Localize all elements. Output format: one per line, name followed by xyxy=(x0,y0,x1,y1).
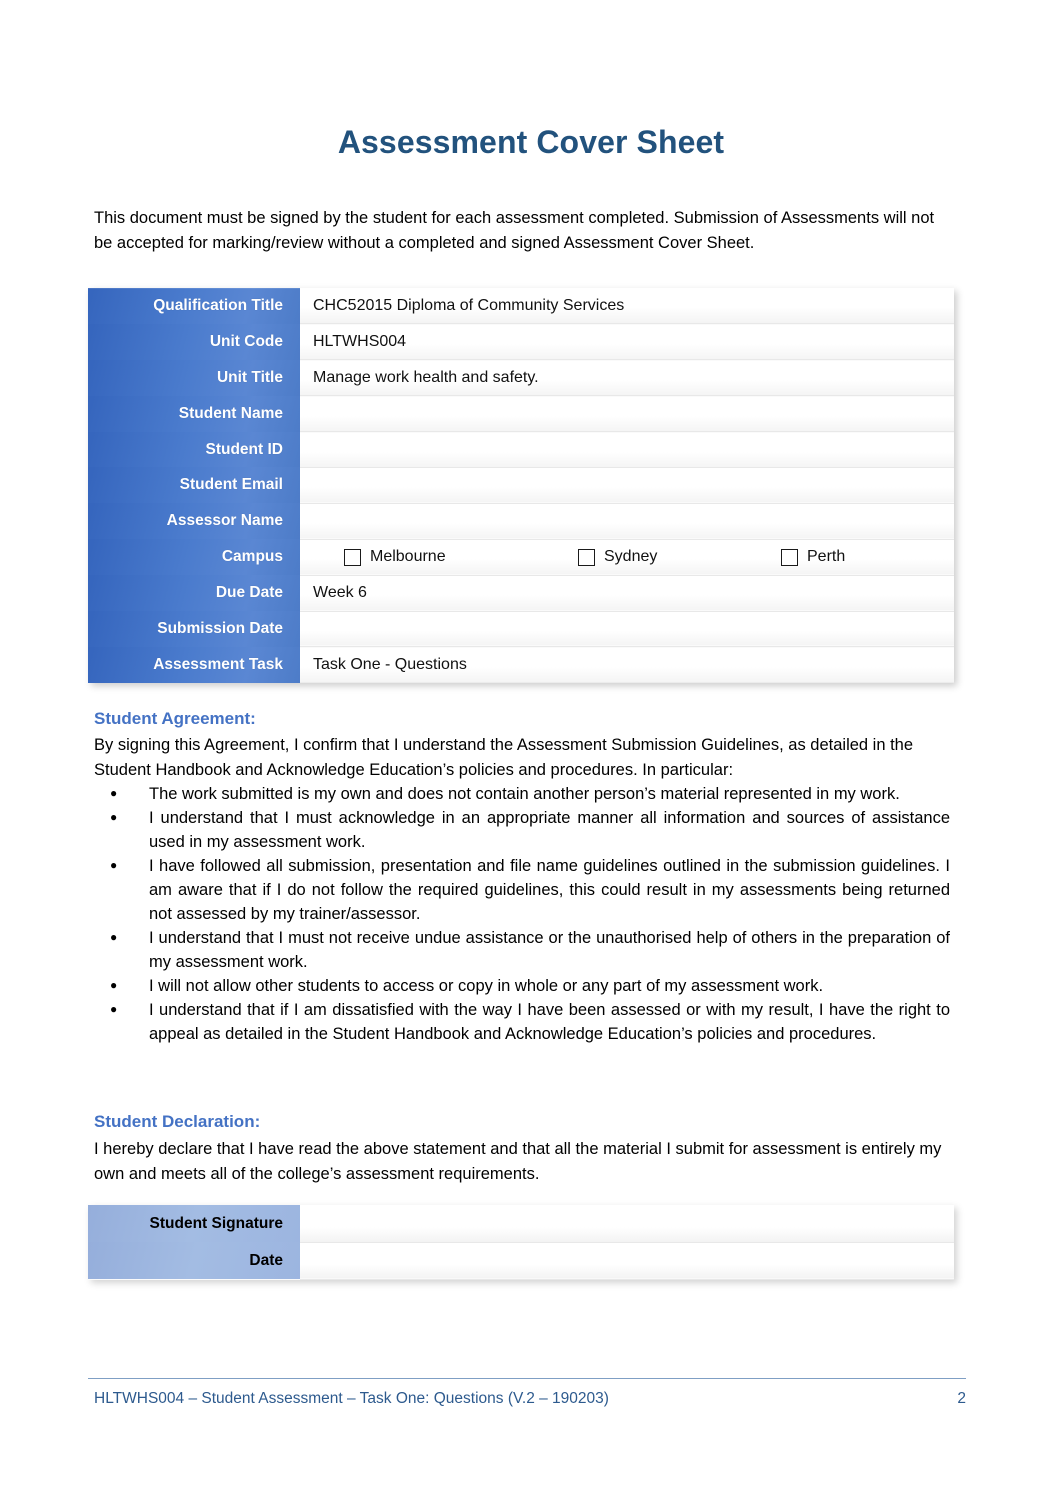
signature-table: Student Signature Date xyxy=(88,1205,954,1280)
row-label-qualification-title: Qualification Title xyxy=(88,288,300,324)
row-value-assessor-name[interactable] xyxy=(300,503,954,540)
row-value-student-name[interactable] xyxy=(300,395,954,433)
list-item: I have followed all submission, presenta… xyxy=(94,853,950,926)
table-row: Due Date Week 6 xyxy=(88,575,954,612)
checkbox-icon[interactable] xyxy=(781,548,798,566)
student-agreement-intro: By signing this Agreement, I confirm tha… xyxy=(94,736,914,779)
list-item: I understand that I must acknowledge in … xyxy=(94,805,950,854)
signature-table-body: Student Signature Date xyxy=(88,1205,954,1280)
checkbox-icon[interactable] xyxy=(578,548,595,566)
page-title: Assessment Cover Sheet xyxy=(337,124,725,160)
student-agreement-bullet-list: The work submitted is my own and does no… xyxy=(94,781,950,1046)
assessment-info-table-body: Qualification Title CHC52015 Diploma of … xyxy=(88,288,954,684)
page-number: 2 xyxy=(957,1390,966,1407)
table-row: Student Signature xyxy=(88,1205,954,1243)
intro-paragraph: This document must be signed by the stud… xyxy=(94,209,935,252)
row-label-unit-code: Unit Code xyxy=(88,323,300,360)
table-row: Qualification Title CHC52015 Diploma of … xyxy=(88,288,954,325)
campus-option-label: Melbourne xyxy=(370,548,446,566)
footer: HLTWHS004 – Student Assessment – Task On… xyxy=(94,1390,966,1408)
table-row: Submission Date xyxy=(88,611,954,648)
footer-divider xyxy=(88,1378,966,1379)
table-row: Unit Code HLTWHS004 xyxy=(88,323,954,361)
footer-text: HLTWHS004 – Student Assessment – Task On… xyxy=(94,1390,609,1407)
campus-option-label: Sydney xyxy=(604,548,658,566)
list-item: I understand that I must not receive und… xyxy=(94,925,950,974)
assessment-info-table: Qualification Title CHC52015 Diploma of … xyxy=(88,288,954,684)
table-row: Student Email xyxy=(88,467,954,504)
row-label-date: Date xyxy=(88,1242,300,1279)
table-row: Student ID xyxy=(88,431,954,468)
campus-option-sydney[interactable]: Sydney xyxy=(578,548,781,566)
row-value-student-email[interactable] xyxy=(300,467,954,504)
campus-option-perth[interactable]: Perth xyxy=(781,548,845,566)
row-label-student-signature: Student Signature xyxy=(88,1205,300,1242)
row-label-student-name: Student Name xyxy=(88,395,300,432)
table-row: Assessor Name xyxy=(88,503,954,540)
row-label-student-email: Student Email xyxy=(88,467,300,504)
row-value-campus: Melbourne Sydney Perth xyxy=(300,539,954,576)
campus-option-label: Perth xyxy=(807,548,846,566)
row-value-unit-title[interactable]: Manage work health and safety. xyxy=(300,359,954,397)
table-row: Date xyxy=(88,1242,954,1280)
row-label-campus: Campus xyxy=(88,539,300,576)
row-value-student-signature[interactable] xyxy=(300,1205,954,1243)
checkbox-icon[interactable] xyxy=(344,548,361,566)
campus-option-melbourne[interactable]: Melbourne xyxy=(344,548,578,566)
row-label-submission-date: Submission Date xyxy=(88,611,300,647)
row-label-assessor-name: Assessor Name xyxy=(88,503,300,540)
row-value-qualification-title[interactable]: CHC52015 Diploma of Community Services xyxy=(300,288,954,325)
student-declaration-body: I hereby declare that I have read the ab… xyxy=(94,1140,942,1183)
table-row: Unit Title Manage work health and safety… xyxy=(88,359,954,397)
list-item: I understand that if I am dissatisfied w… xyxy=(94,997,950,1046)
table-row: Campus Melbourne Sydney Perth xyxy=(88,539,954,576)
page: Assessment Cover Sheet This document mus… xyxy=(0,0,1062,1506)
row-value-submission-date[interactable] xyxy=(300,611,954,648)
student-declaration-heading: Student Declaration: xyxy=(94,1112,261,1131)
row-label-unit-title: Unit Title xyxy=(88,359,300,396)
row-value-due-date[interactable]: Week 6 xyxy=(300,575,954,612)
row-label-student-id: Student ID xyxy=(88,431,300,468)
table-row: Assessment Task Task One - Questions xyxy=(88,646,954,684)
list-item: I will not allow other students to acces… xyxy=(94,973,950,998)
campus-options: Melbourne Sydney Perth xyxy=(300,548,954,566)
row-label-assessment-task: Assessment Task xyxy=(88,646,300,683)
table-row: Student Name xyxy=(88,395,954,433)
row-value-student-id[interactable] xyxy=(300,431,954,468)
row-value-unit-code[interactable]: HLTWHS004 xyxy=(300,323,954,361)
list-item: The work submitted is my own and does no… xyxy=(94,781,950,806)
student-agreement-heading: Student Agreement: xyxy=(94,709,256,728)
row-value-assessment-task[interactable]: Task One - Questions xyxy=(300,646,954,684)
row-label-due-date: Due Date xyxy=(88,575,300,612)
row-value-date[interactable] xyxy=(300,1242,954,1280)
